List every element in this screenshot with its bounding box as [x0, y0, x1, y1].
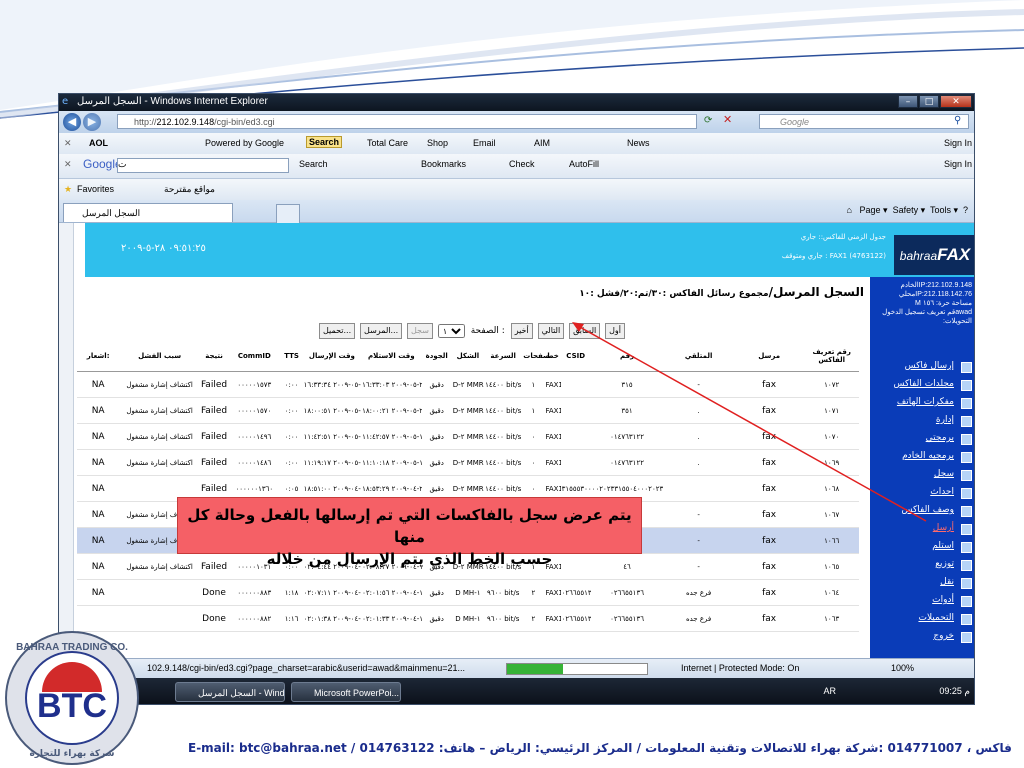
btc-monogram: BTC [37, 687, 107, 725]
btc-company-logo: BTC BAHRAA TRADING CO. شركة بهراء للتجار… [5, 631, 139, 765]
btc-ring-text: BAHRAA TRADING CO. [16, 642, 128, 653]
btc-ring-text-ar: شركة بهراء للتجارة [29, 749, 114, 759]
callout-arrow [572, 322, 927, 522]
slide-footer: E-mail: btc@bahraa.net / 014763122 :فاكس… [188, 741, 1012, 755]
